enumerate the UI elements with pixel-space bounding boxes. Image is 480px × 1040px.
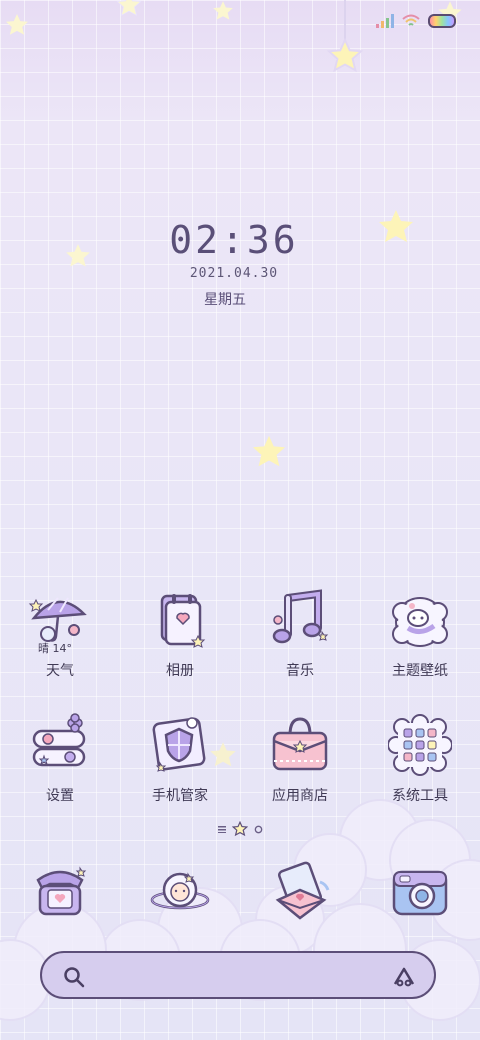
dock-phone[interactable] — [0, 860, 120, 924]
app-system-tools[interactable]: 系统工具 — [360, 713, 480, 805]
clock-time: 02:36 — [169, 218, 299, 262]
app-row-2: 设置 手机管家 应用商店 系统工具 — [0, 713, 480, 805]
page-dot-icon — [254, 825, 262, 833]
current-page-star-icon — [231, 821, 248, 837]
calendar-photo-icon — [148, 588, 212, 652]
assistant-icon[interactable] — [392, 965, 416, 989]
dock-browser[interactable] — [240, 860, 360, 924]
sheep-theme-icon — [388, 588, 452, 652]
hanging-star-icon — [326, 38, 364, 73]
dock-messages[interactable] — [120, 860, 240, 924]
umbrella-weather-icon: 晴 14° — [28, 588, 92, 655]
wifi-icon — [402, 14, 420, 26]
signal-icon — [376, 14, 394, 28]
clock-widget[interactable]: 02:36 2021.04.30 星期五 — [0, 218, 468, 309]
dock — [0, 860, 480, 924]
app-phone-manager[interactable]: 手机管家 — [120, 713, 240, 805]
star-decoration-icon — [5, 13, 29, 35]
shield-manager-icon — [148, 713, 212, 777]
app-row-1: 晴 14° 天气 相册 音乐 主题壁纸 — [0, 588, 480, 680]
clock-date: 2021.04.30 — [189, 266, 279, 281]
star-decoration-icon — [116, 0, 142, 16]
star-string — [344, 0, 346, 42]
app-music[interactable]: 音乐 — [240, 588, 360, 680]
page-indicator[interactable] — [0, 821, 480, 837]
app-weather[interactable]: 晴 14° 天气 — [0, 588, 120, 680]
star-decoration-icon — [213, 1, 233, 20]
phone-icon — [28, 860, 92, 924]
dock-camera[interactable] — [360, 860, 480, 924]
weather-temperature: 晴 14° — [38, 642, 72, 655]
search-bar[interactable] — [40, 951, 436, 999]
menu-page-icon — [217, 826, 226, 833]
app-label: 手机管家 — [152, 788, 208, 804]
app-label: 音乐 — [286, 663, 314, 679]
app-themes[interactable]: 主题壁纸 — [360, 588, 480, 680]
messages-icon — [148, 860, 212, 924]
camera-icon — [388, 860, 452, 924]
clock-weekday: 星期五 — [204, 292, 246, 308]
app-label: 设置 — [46, 788, 74, 804]
browser-icon — [268, 860, 332, 924]
battery-icon — [428, 14, 456, 28]
app-label: 主题壁纸 — [392, 663, 448, 679]
app-label: 天气 — [46, 663, 74, 679]
music-note-icon — [268, 588, 332, 652]
settings-toggle-icon — [28, 713, 92, 777]
app-settings[interactable]: 设置 — [0, 713, 120, 805]
tools-folder-icon — [387, 713, 453, 777]
app-store[interactable]: 应用商店 — [240, 713, 360, 805]
app-gallery[interactable]: 相册 — [120, 588, 240, 680]
star-decoration-icon — [252, 435, 286, 467]
app-label: 相册 — [166, 663, 194, 679]
app-label: 系统工具 — [392, 788, 448, 804]
shopping-bag-icon — [268, 713, 332, 777]
app-label: 应用商店 — [272, 788, 328, 804]
status-bar — [376, 10, 456, 32]
search-icon[interactable] — [62, 965, 86, 989]
